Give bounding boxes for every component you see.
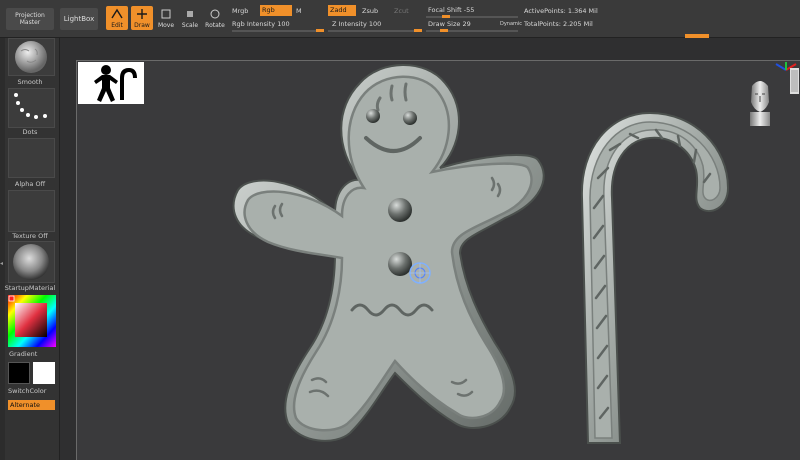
draw-button[interactable]: Draw xyxy=(131,6,153,30)
focal-shift-value: -55 xyxy=(463,6,475,14)
draw-size-knob[interactable] xyxy=(440,29,448,32)
gingerbread-silhouette-icon xyxy=(94,65,137,102)
edit-label: Edit xyxy=(111,22,123,29)
gradient-label: Gradient xyxy=(9,350,38,358)
color-wheel-icon xyxy=(8,295,56,347)
viewport[interactable] xyxy=(60,38,800,460)
collapse-arrow-icon[interactable]: ◂ xyxy=(0,260,3,267)
material-selector[interactable] xyxy=(8,241,55,283)
scale-label: Scale xyxy=(181,22,199,29)
main-color-swatch[interactable] xyxy=(8,362,30,384)
brush-label: Smooth xyxy=(17,78,43,86)
alternate-button[interactable]: Alternate xyxy=(8,400,55,410)
switch-color-label[interactable]: SwitchColor xyxy=(0,387,60,395)
stroke-label: Dots xyxy=(22,128,38,136)
navigation-axis-icon[interactable] xyxy=(772,58,800,96)
z-intensity-knob[interactable] xyxy=(414,29,422,32)
texture-selector[interactable] xyxy=(8,190,55,232)
lightbox-button[interactable]: LightBox xyxy=(60,8,98,30)
scale-button[interactable]: Scale xyxy=(180,6,200,30)
rgb-intensity-value: 100 xyxy=(277,20,290,28)
focal-shift-label[interactable]: Focal Shift -55 xyxy=(428,6,474,14)
alpha-label: Alpha Off xyxy=(14,180,46,188)
left-shelf: Smooth Dots Alpha Off Texture Off Startu… xyxy=(0,38,60,460)
edit-button[interactable]: Edit xyxy=(106,6,128,30)
material-sphere-icon xyxy=(13,244,49,280)
material-label: StartupMaterial xyxy=(4,284,56,292)
focal-shift-slider[interactable] xyxy=(426,16,518,18)
move-button[interactable]: Move xyxy=(156,6,176,30)
zadd-button[interactable]: Zadd xyxy=(328,5,356,16)
total-points: TotalPoints: 2.205 Mil xyxy=(524,20,593,28)
scale-icon xyxy=(187,11,193,17)
model-thumbnail xyxy=(78,62,144,104)
smooth-brush-icon xyxy=(15,41,47,73)
edit-icon xyxy=(111,8,123,19)
rgb-intensity-slider[interactable] xyxy=(232,30,324,32)
rotate-button[interactable]: Rotate xyxy=(204,6,226,30)
active-points: ActivePoints: 1.364 Mil xyxy=(524,7,598,15)
rotate-label: Rotate xyxy=(205,22,225,29)
focal-shift-knob[interactable] xyxy=(442,15,450,18)
dynamic-button[interactable]: Dynamic xyxy=(500,21,522,27)
head-preview-icon[interactable] xyxy=(746,76,774,128)
dots-stroke-icon xyxy=(14,93,47,119)
document-canvas[interactable] xyxy=(76,60,800,460)
top-toolbar: Projection Master LightBox Edit Draw Mov… xyxy=(0,0,800,38)
z-intensity-value: 100 xyxy=(368,20,382,28)
stroke-selector[interactable] xyxy=(8,88,55,128)
mrgb-button[interactable]: Mrgb xyxy=(232,7,248,15)
move-label: Move xyxy=(157,22,175,29)
rgb-intensity-label[interactable]: Rgb Intensity 100 xyxy=(232,20,290,28)
rgb-button[interactable]: Rgb xyxy=(260,5,292,16)
secondary-color-swatch[interactable] xyxy=(33,362,55,384)
move-icon xyxy=(161,9,171,19)
brush-selector[interactable] xyxy=(8,38,55,76)
color-picker[interactable] xyxy=(8,295,56,347)
shelf-edge-strip: ◂ xyxy=(0,38,5,460)
rotate-icon xyxy=(210,9,220,19)
texture-label: Texture Off xyxy=(12,232,48,240)
rgb-intensity-knob[interactable] xyxy=(316,29,324,32)
zcut-button[interactable]: Zcut xyxy=(394,7,409,15)
projection-master-button[interactable]: Projection Master xyxy=(6,8,54,30)
z-intensity-slider[interactable] xyxy=(328,30,420,32)
draw-size-value: 29 xyxy=(462,20,471,28)
draw-size-label[interactable]: Draw Size 29 xyxy=(428,20,471,28)
z-intensity-label[interactable]: Z Intensity 100 xyxy=(332,20,381,28)
alpha-selector[interactable] xyxy=(8,138,55,178)
draw-icon xyxy=(137,9,147,19)
draw-label: Draw xyxy=(134,22,150,29)
m-button[interactable]: M xyxy=(296,7,302,15)
zsub-button[interactable]: Zsub xyxy=(362,7,378,15)
